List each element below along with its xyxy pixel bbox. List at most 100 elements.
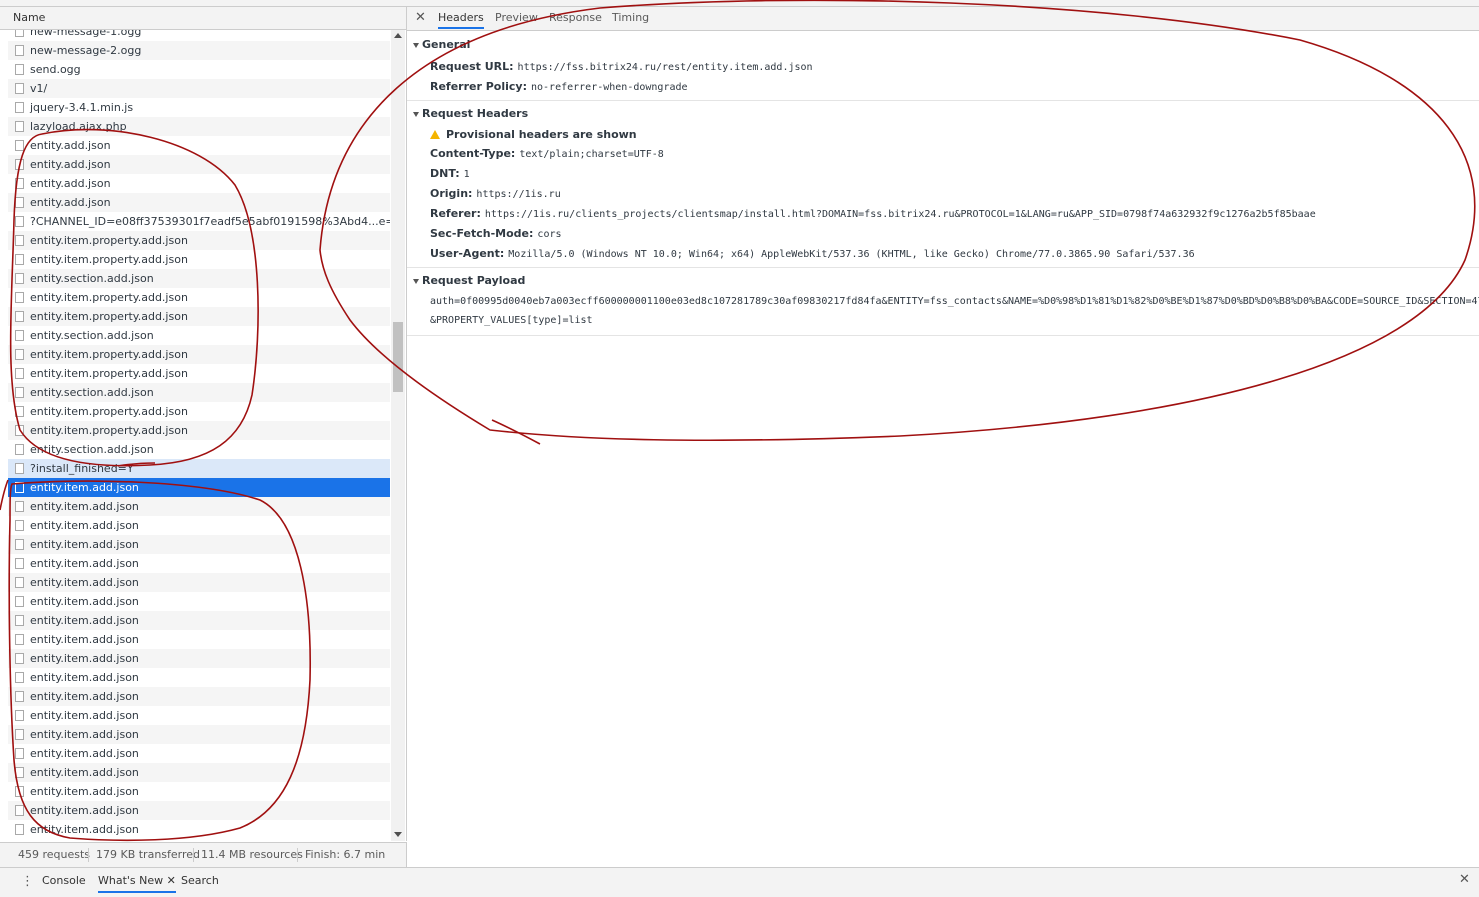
request-row[interactable]: entity.item.add.json	[8, 478, 390, 497]
file-icon	[15, 216, 24, 227]
request-row[interactable]: entity.item.add.json	[8, 820, 390, 839]
request-name: entity.item.add.json	[30, 709, 139, 722]
drawer-tab-console[interactable]: Console	[42, 874, 86, 887]
file-icon	[15, 672, 24, 683]
file-icon	[15, 292, 24, 303]
file-icon	[15, 235, 24, 246]
request-row[interactable]: entity.item.add.json	[8, 611, 390, 630]
request-header-row: Sec-Fetch-Mode: cors	[430, 227, 562, 240]
request-row[interactable]: entity.section.add.json	[8, 269, 390, 288]
request-name: entity.item.add.json	[30, 747, 139, 760]
request-row[interactable]: entity.item.add.json	[8, 763, 390, 782]
request-name: jquery-3.4.1.min.js	[30, 101, 134, 114]
tab-preview[interactable]: Preview	[495, 11, 538, 24]
file-icon	[15, 577, 24, 588]
request-name: entity.item.add.json	[30, 614, 139, 627]
request-row[interactable]: entity.item.add.json	[8, 497, 390, 516]
request-row[interactable]: entity.item.add.json	[8, 725, 390, 744]
request-row[interactable]: send.ogg	[8, 60, 390, 79]
drawer-tab-whats-new[interactable]: What's New ✕	[98, 874, 176, 893]
request-row[interactable]: entity.item.property.add.json	[8, 307, 390, 326]
request-row[interactable]: entity.add.json	[8, 174, 390, 193]
general-section-title: General	[422, 38, 471, 51]
request-row[interactable]: entity.item.property.add.json	[8, 402, 390, 421]
network-status-bar: 459 requests 179 KB transferred 11.4 MB …	[0, 842, 407, 867]
request-name: entity.item.add.json	[30, 538, 139, 551]
file-icon	[15, 824, 24, 835]
request-payload-section-toggle[interactable]: Request Payload	[413, 274, 525, 287]
file-icon	[15, 520, 24, 531]
request-details-panel: ✕ Headers Preview Response Timing Genera…	[407, 7, 1479, 866]
request-row[interactable]: entity.item.add.json	[8, 535, 390, 554]
scroll-down-arrow-icon[interactable]	[394, 832, 402, 837]
request-row[interactable]: ?install_finished=Y	[8, 459, 390, 478]
referrer-policy-row: Referrer Policy: no-referrer-when-downgra…	[430, 80, 688, 93]
request-row[interactable]: new-message-2.ogg	[8, 41, 390, 60]
request-row[interactable]: entity.item.property.add.json	[8, 364, 390, 383]
section-divider	[407, 267, 1479, 268]
request-row[interactable]: entity.item.add.json	[8, 801, 390, 820]
request-row[interactable]: entity.section.add.json	[8, 440, 390, 459]
more-options-icon[interactable]: ⋮	[21, 874, 34, 889]
general-section-toggle[interactable]: General	[413, 38, 470, 51]
request-row[interactable]: lazyload.ajax.php	[8, 117, 390, 136]
request-name: entity.item.add.json	[30, 576, 139, 589]
status-divider	[297, 848, 298, 862]
tab-headers[interactable]: Headers	[438, 11, 484, 29]
request-row[interactable]: entity.add.json	[8, 193, 390, 212]
request-row[interactable]: entity.item.property.add.json	[8, 345, 390, 364]
tab-timing[interactable]: Timing	[612, 11, 649, 24]
request-row[interactable]: entity.item.add.json	[8, 554, 390, 573]
request-name: entity.item.add.json	[30, 823, 139, 836]
request-name: new-message-2.ogg	[30, 44, 142, 57]
file-icon	[15, 178, 24, 189]
request-list-scrollbar[interactable]	[391, 30, 405, 841]
request-row[interactable]: entity.item.add.json	[8, 592, 390, 611]
header-value: https://1is.ru/clients_projects/clientsm…	[484, 209, 1316, 220]
file-icon	[15, 254, 24, 265]
request-row[interactable]: entity.item.property.add.json	[8, 250, 390, 269]
status-divider	[193, 848, 194, 862]
name-column-header[interactable]: Name	[0, 7, 406, 30]
close-tab-icon[interactable]: ✕	[167, 874, 176, 887]
referrer-policy-key: Referrer Policy:	[430, 80, 527, 93]
file-icon	[15, 634, 24, 645]
request-row[interactable]: jquery-3.4.1.min.js	[8, 98, 390, 117]
request-row[interactable]: new-message-1.ogg	[8, 30, 390, 41]
request-row[interactable]: entity.item.add.json	[8, 668, 390, 687]
file-icon	[15, 805, 24, 816]
request-row[interactable]: entity.item.add.json	[8, 706, 390, 725]
request-name: entity.item.add.json	[30, 500, 139, 513]
drawer-tab-search[interactable]: Search	[181, 874, 219, 887]
tab-response[interactable]: Response	[549, 11, 602, 24]
file-icon	[15, 786, 24, 797]
request-row[interactable]: entity.item.add.json	[8, 573, 390, 592]
request-row[interactable]: entity.item.add.json	[8, 649, 390, 668]
provisional-headers-text: Provisional headers are shown	[446, 128, 637, 141]
request-row[interactable]: entity.item.property.add.json	[8, 288, 390, 307]
close-drawer-icon[interactable]: ✕	[1459, 872, 1470, 887]
request-row[interactable]: entity.add.json	[8, 155, 390, 174]
scroll-thumb[interactable]	[393, 322, 403, 392]
request-row[interactable]: entity.item.add.json	[8, 630, 390, 649]
request-row[interactable]: entity.add.json	[8, 136, 390, 155]
request-row[interactable]: entity.section.add.json	[8, 326, 390, 345]
request-name: entity.item.property.add.json	[30, 291, 188, 304]
scroll-up-arrow-icon[interactable]	[394, 33, 402, 38]
request-row[interactable]: entity.item.property.add.json	[8, 231, 390, 250]
header-value: cors	[537, 229, 562, 240]
request-row[interactable]: entity.section.add.json	[8, 383, 390, 402]
file-icon	[15, 311, 24, 322]
request-row[interactable]: ?CHANNEL_ID=e08ff37539301f7eadf5e5abf019…	[8, 212, 390, 231]
request-headers-section-toggle[interactable]: Request Headers	[413, 107, 528, 120]
close-icon[interactable]: ✕	[415, 10, 426, 25]
request-row[interactable]: entity.item.property.add.json	[8, 421, 390, 440]
request-row[interactable]: entity.item.add.json	[8, 744, 390, 763]
file-icon	[15, 539, 24, 550]
file-icon	[15, 140, 24, 151]
request-row[interactable]: entity.item.add.json	[8, 687, 390, 706]
header-value: https://1is.ru	[476, 189, 561, 200]
request-row[interactable]: v1/	[8, 79, 390, 98]
request-row[interactable]: entity.item.add.json	[8, 782, 390, 801]
request-row[interactable]: entity.item.add.json	[8, 516, 390, 535]
